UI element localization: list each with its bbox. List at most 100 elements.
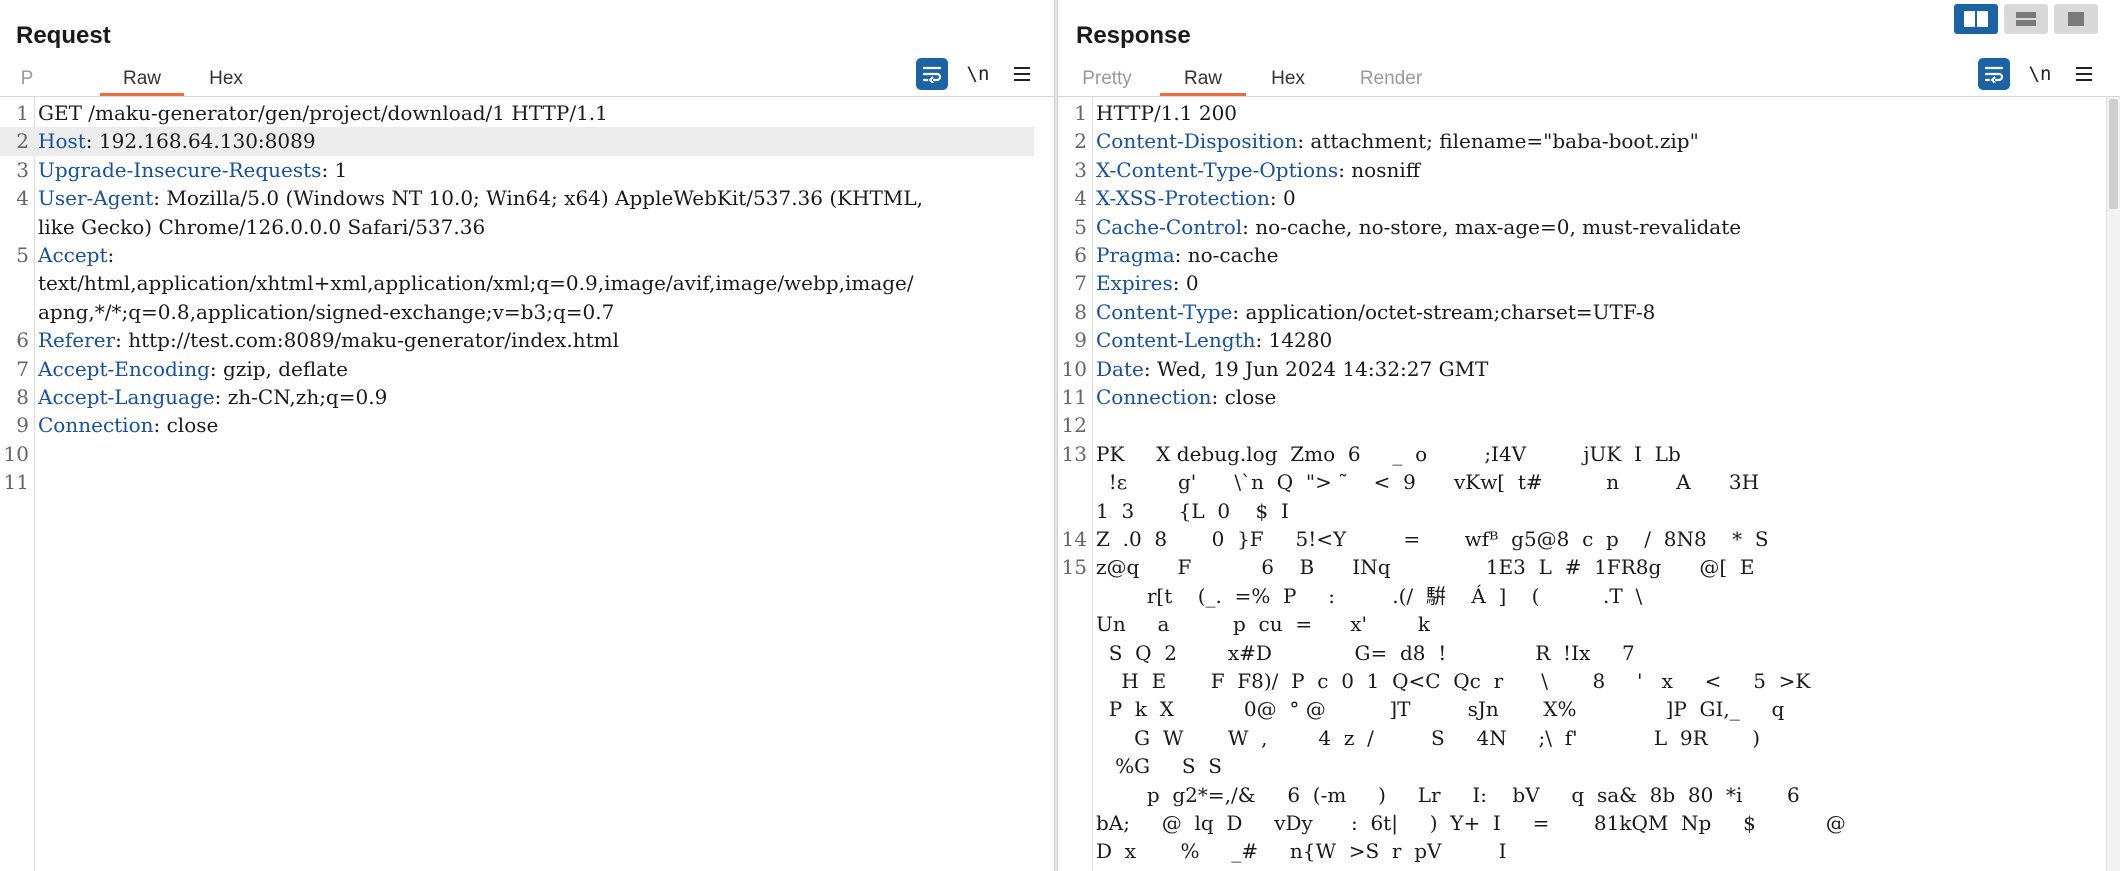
code-line: 1 GET /maku-generator/gen/project/downloa… [0,99,1054,127]
line-number: 6 [16,328,29,353]
line-value: apng,*/*;q=0.8,application/signed-exchan… [38,299,615,324]
layout-side-by-side-icon[interactable] [1954,4,1998,34]
response-scrollbar[interactable] [2106,97,2120,871]
scrollbar-thumb[interactable] [2109,99,2118,209]
line-text: p g2*=,/& 6 (-m ) Lr I: bV q sa& 8b 80 *… [1096,781,1800,809]
line-number: 10 [3,441,29,466]
show-newlines-button[interactable]: \n [2024,58,2056,90]
line-text: S Q 2 x#D G= d8 ! R !Ix 7 [1096,639,1635,667]
request-toolbar: \n [916,58,1046,92]
code-line: 2 Host: 192.168.64.130:8089 [0,127,1034,156]
line-text: bA; @ lq D vDy : 6t| ) Y+ I = 81kQM Np $… [1096,809,1846,837]
line-text: apng,*/*;q=0.8,application/signed-exchan… [38,298,614,326]
show-newlines-button[interactable]: \n [962,58,994,90]
line-value: Un a p cu = x' k [1096,612,1430,637]
response-editor[interactable]: 1 HTTP/1.1 200 2 Content-Disposition: attac… [1058,97,2120,871]
header-name: Content-Type [1096,299,1233,324]
line-value: Z .0 8 0 }F 5!<Y = wfᴮ g5@8 c p / 8N8 * … [1096,527,1769,551]
tab-pretty-collapsed[interactable]: P [12,66,42,96]
line-value: : 0 [1269,186,1296,211]
line-number: 2 [16,129,29,154]
wrap-lines-icon[interactable] [1978,58,2010,90]
line-text: Connection: close [38,411,218,439]
line-text: Accept: [38,241,114,269]
code-line: 6 Pragma: no-cache [1058,241,2120,269]
code-line: P k X 0@ ° @ ]T sJn X% ]P GI,_ q [1058,695,2120,723]
code-line: 4 User-Agent: Mozilla/5.0 (Windows NT 10.… [0,184,1054,212]
header-name: Content-Length [1096,328,1256,353]
line-value: H E F F8)/ P c 0 1 Q<C Qc r \ 8 ' x < 5 … [1096,669,1811,693]
tab-hex[interactable]: Hex [1260,66,1316,96]
line-value: : nosniff [1338,157,1420,182]
line-number: 1 [1074,101,1087,125]
line-number: 14 [1061,527,1087,551]
code-line: 7 Accept-Encoding: gzip, deflate [0,355,1054,383]
tab-pretty[interactable]: Pretty [1072,66,1142,96]
header-name: Accept-Language [38,385,215,409]
code-line: 2 Content-Disposition: attachment; filena… [1058,127,2120,155]
code-line: Un a p cu = x' k [1058,610,2120,638]
line-text: Expires: 0 [1096,269,1199,297]
line-value: r[t (_. =% P : .(/ 騈 Á ] ( .T \ [1096,583,1643,608]
line-value: : zh-CN,zh;q=0.9 [214,385,388,409]
request-pane: Request P Raw Hex \n 1 GET /maku-generato… [0,0,1054,871]
line-number: 12 [1061,413,1087,438]
code-line: 8 Accept-Language: zh-CN,zh;q=0.9 [0,383,1054,411]
tab-raw[interactable]: Raw [100,66,184,96]
tab-render[interactable]: Render [1346,66,1436,96]
line-number: 10 [1061,356,1087,381]
line-number: 5 [1074,214,1087,239]
line-text: 1 3 {L 0 $ I [1096,497,1289,525]
hamburger-menu-icon[interactable] [1006,58,1038,90]
response-title: Response [1076,22,1191,49]
header-name: Upgrade-Insecure-Requests [38,157,322,182]
request-title: Request [16,22,111,49]
tab-raw[interactable]: Raw [1160,66,1246,96]
code-line: 1 HTTP/1.1 200 [1058,99,2120,127]
line-value: : gzip, deflate [209,356,349,381]
line-number: 8 [16,385,29,409]
line-text: P k X 0@ ° @ ]T sJn X% ]P GI,_ q [1096,695,1785,723]
code-line: 9 Content-Length: 14280 [1058,326,2120,354]
line-number: 3 [1074,157,1087,182]
code-line: 11 Connection: close [1058,383,2120,411]
request-editor[interactable]: 1 GET /maku-generator/gen/project/downloa… [0,97,1054,871]
header-name: Content-Disposition [1096,129,1298,154]
line-number: 15 [1061,555,1087,580]
request-tabs: P Raw Hex [0,62,1054,97]
hamburger-menu-icon[interactable] [2068,58,2100,90]
wrap-lines-icon[interactable] [916,58,948,90]
header-name: Referer [38,328,116,353]
response-toolbar: \n [1978,58,2108,92]
line-value: : close [153,413,219,438]
line-value: z@q F 6 B INq 1E3 L # 1FR8g @[ E [1096,555,1755,580]
tab-hex[interactable]: Hex [198,66,254,96]
response-pane: Response Pretty Raw Hex Render \n 1 HTTP/… [1058,0,2120,871]
code-line: 10 Date: Wed, 19 Jun 2024 14:32:27 GMT [1058,355,2120,383]
line-value: GET /maku-generator/gen/project/download… [38,101,608,125]
line-number: 5 [16,243,29,267]
code-line: like Gecko) Chrome/126.0.0.0 Safari/537.… [0,213,1054,241]
code-line: D x % _# n{W >S r pV I [1058,837,2120,865]
line-value: %G S S [1096,754,1222,779]
header-name: Expires [1096,271,1173,296]
line-value: : 192.168.64.130:8089 [85,129,316,154]
layout-stacked-icon[interactable] [2004,4,2048,34]
line-text: PK X debug.log Zmo 6 _ o ;I4V jUK I Lb [1096,440,1681,468]
line-value: like Gecko) Chrome/126.0.0.0 Safari/537.… [38,214,486,239]
line-text: GET /maku-generator/gen/project/download… [38,99,608,127]
line-text: Date: Wed, 19 Jun 2024 14:32:27 GMT [1096,355,1488,383]
line-number: 7 [16,356,29,381]
layout-single-icon[interactable] [2054,4,2098,34]
header-name: User-Agent [38,186,154,211]
code-line: p g2*=,/& 6 (-m ) Lr I: bV q sa& 8b 80 *… [1058,781,2120,809]
code-line: S Q 2 x#D G= d8 ! R !Ix 7 [1058,639,2120,667]
line-text: !ε g' \`n Q "> ˜ < 9 vKw[ t# n A 3H [1096,468,1759,496]
code-line: 4 X-XSS-Protection: 0 [1058,184,2120,212]
header-name: Host [38,129,86,154]
header-name: Accept [38,243,108,267]
code-line: 11 [0,468,1054,496]
line-number: 4 [16,186,29,211]
line-value: : 0 [1172,271,1199,296]
line-value: S Q 2 x#D G= d8 ! R !Ix 7 [1096,640,1635,665]
